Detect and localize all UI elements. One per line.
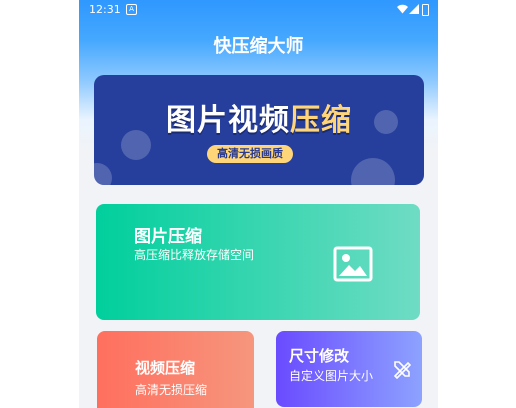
wifi-icon <box>397 4 408 14</box>
battery-icon <box>422 4 429 16</box>
status-bar: 12:31 A <box>79 0 438 20</box>
image-compress-title: 图片压缩 <box>134 227 202 247</box>
image-compress-subtitle: 高压缩比释放存储空间 <box>134 248 255 262</box>
status-time: 12:31 <box>89 3 121 16</box>
left-margin <box>0 0 79 408</box>
banner-bubble <box>94 163 112 185</box>
size-modify-card[interactable]: 尺寸修改 自定义图片大小 <box>276 331 422 407</box>
image-icon <box>333 246 373 282</box>
image-compress-card[interactable]: 图片压缩 高压缩比释放存储空间 <box>96 204 420 320</box>
banner-headline: 图片视频压缩 <box>94 95 424 139</box>
promo-banner[interactable]: 图片视频压缩 高清无损画质 <box>94 75 424 185</box>
banner-headline-highlight: 压缩 <box>290 103 352 138</box>
signal-icon <box>409 4 419 14</box>
video-compress-subtitle: 高清无损压缩 <box>135 383 208 397</box>
a-icon: A <box>126 4 137 15</box>
banner-subtitle: 高清无损画质 <box>207 145 293 163</box>
ruler-pencil-icon <box>393 361 412 379</box>
size-modify-title: 尺寸修改 <box>289 347 350 365</box>
size-modify-subtitle: 自定义图片大小 <box>289 369 374 383</box>
video-compress-title: 视频压缩 <box>135 359 196 377</box>
app-screen: 12:31 A 快压缩大师 图片视频压缩 高清无损画质 图片压缩 高压缩比释放存… <box>79 0 438 408</box>
right-margin <box>438 0 516 408</box>
banner-bubble <box>351 158 395 185</box>
video-compress-card[interactable]: 视频压缩 高清无损压缩 <box>97 331 254 408</box>
app-title: 快压缩大师 <box>213 36 304 57</box>
banner-headline-main: 图片视频 <box>166 103 290 138</box>
